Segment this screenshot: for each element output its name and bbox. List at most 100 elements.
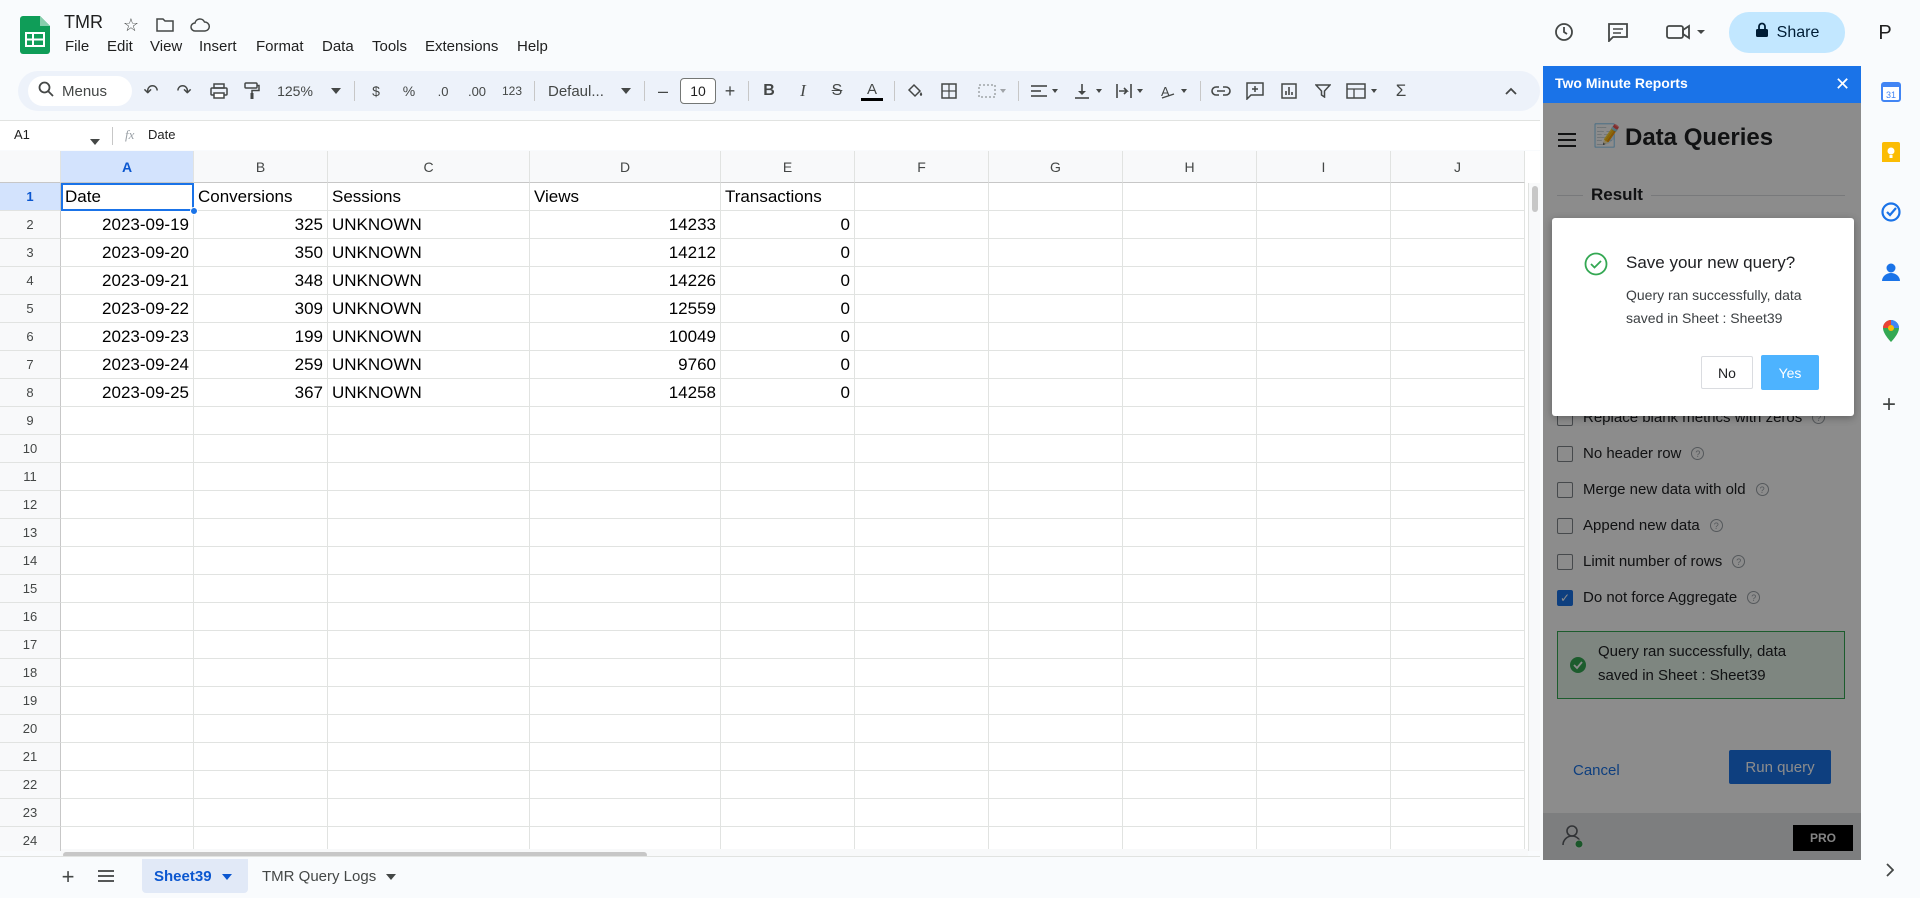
- table-cell[interactable]: [1123, 771, 1257, 799]
- header-cell[interactable]: Conversions: [194, 183, 328, 211]
- contacts-icon[interactable]: [1882, 262, 1900, 287]
- table-cell[interactable]: [1123, 575, 1257, 603]
- table-cell[interactable]: [989, 687, 1123, 715]
- table-cell[interactable]: [1257, 771, 1391, 799]
- table-cell[interactable]: [855, 463, 989, 491]
- comments-icon[interactable]: [1604, 18, 1632, 46]
- vertical-scrollbar[interactable]: [1528, 183, 1540, 851]
- table-cell[interactable]: [1123, 519, 1257, 547]
- table-cell[interactable]: [1123, 659, 1257, 687]
- decrease-font-size-button[interactable]: –: [655, 80, 671, 102]
- table-cell[interactable]: [721, 687, 855, 715]
- header-cell[interactable]: [855, 183, 989, 211]
- borders-icon[interactable]: [938, 80, 960, 102]
- table-cell[interactable]: [721, 771, 855, 799]
- table-cell[interactable]: [1257, 603, 1391, 631]
- table-cell[interactable]: [721, 603, 855, 631]
- column-header-d[interactable]: D: [530, 151, 721, 183]
- menu-help[interactable]: Help: [517, 38, 548, 55]
- table-cell[interactable]: [328, 631, 530, 659]
- functions-icon[interactable]: Σ: [1390, 80, 1412, 102]
- table-cell[interactable]: [1123, 463, 1257, 491]
- undo-icon[interactable]: ↶: [140, 80, 162, 102]
- sheets-logo-icon[interactable]: [20, 16, 50, 54]
- table-cell[interactable]: [1257, 211, 1391, 239]
- table-cell[interactable]: [989, 407, 1123, 435]
- table-cell[interactable]: [1123, 435, 1257, 463]
- table-cell[interactable]: [989, 323, 1123, 351]
- menus-search[interactable]: Menus: [28, 76, 132, 106]
- table-cell[interactable]: [1257, 323, 1391, 351]
- row-header-6[interactable]: 6: [0, 323, 61, 351]
- menu-file[interactable]: File: [65, 38, 89, 55]
- table-cell[interactable]: [194, 687, 328, 715]
- table-cell[interactable]: [1123, 743, 1257, 771]
- menu-view[interactable]: View: [150, 38, 182, 55]
- table-cell[interactable]: [989, 771, 1123, 799]
- table-cell[interactable]: 9760: [530, 351, 721, 379]
- row-header-22[interactable]: 22: [0, 771, 61, 799]
- table-cell[interactable]: 348: [194, 267, 328, 295]
- table-cell[interactable]: [328, 743, 530, 771]
- column-header-b[interactable]: B: [194, 151, 328, 183]
- table-cell[interactable]: [1391, 547, 1525, 575]
- table-cell[interactable]: [61, 547, 194, 575]
- dialog-yes-button[interactable]: Yes: [1761, 355, 1819, 390]
- table-cell[interactable]: [1391, 631, 1525, 659]
- table-cell[interactable]: [1257, 351, 1391, 379]
- collapse-toolbar-icon[interactable]: [1500, 80, 1522, 102]
- table-cell[interactable]: [721, 519, 855, 547]
- fill-handle[interactable]: [190, 207, 198, 215]
- table-cell[interactable]: 259: [194, 351, 328, 379]
- row-header-10[interactable]: 10: [0, 435, 61, 463]
- table-cell[interactable]: [855, 715, 989, 743]
- menu-edit[interactable]: Edit: [107, 38, 133, 55]
- text-wrapping-icon[interactable]: [1114, 80, 1148, 102]
- row-header-21[interactable]: 21: [0, 743, 61, 771]
- table-cell[interactable]: [855, 827, 989, 851]
- column-header-g[interactable]: G: [989, 151, 1123, 183]
- table-cell[interactable]: [1257, 827, 1391, 851]
- row-header-24[interactable]: 24: [0, 827, 61, 851]
- header-cell[interactable]: [1123, 183, 1257, 211]
- row-header-23[interactable]: 23: [0, 799, 61, 827]
- column-header-i[interactable]: I: [1257, 151, 1391, 183]
- table-cell[interactable]: [855, 659, 989, 687]
- table-cell[interactable]: 309: [194, 295, 328, 323]
- currency-format-button[interactable]: $: [366, 80, 386, 102]
- strikethrough-icon[interactable]: S: [826, 80, 848, 102]
- table-cell[interactable]: 0: [721, 351, 855, 379]
- table-cell[interactable]: [194, 827, 328, 851]
- table-cell[interactable]: [855, 239, 989, 267]
- table-cell[interactable]: [1123, 603, 1257, 631]
- menu-format[interactable]: Format: [256, 38, 304, 55]
- more-formats-button[interactable]: 123: [498, 80, 526, 102]
- table-cell[interactable]: [1123, 211, 1257, 239]
- table-cell[interactable]: [328, 435, 530, 463]
- table-cell[interactable]: [989, 547, 1123, 575]
- table-cell[interactable]: [989, 239, 1123, 267]
- table-cell[interactable]: [1391, 687, 1525, 715]
- table-cell[interactable]: 14258: [530, 379, 721, 407]
- table-cell[interactable]: UNKNOWN: [328, 351, 530, 379]
- table-cell[interactable]: [855, 575, 989, 603]
- table-cell[interactable]: [1123, 547, 1257, 575]
- table-cell[interactable]: [1391, 519, 1525, 547]
- table-cell[interactable]: [1257, 267, 1391, 295]
- move-folder-icon[interactable]: [154, 14, 176, 36]
- table-cell[interactable]: [989, 379, 1123, 407]
- table-cell[interactable]: [1391, 603, 1525, 631]
- row-header-12[interactable]: 12: [0, 491, 61, 519]
- table-cell[interactable]: [1257, 547, 1391, 575]
- font-dropdown-icon[interactable]: [618, 80, 634, 102]
- table-cell[interactable]: UNKNOWN: [328, 295, 530, 323]
- table-cell[interactable]: [61, 407, 194, 435]
- table-cell[interactable]: [1257, 491, 1391, 519]
- row-header-7[interactable]: 7: [0, 351, 61, 379]
- column-header-a[interactable]: A: [61, 151, 194, 183]
- table-cell[interactable]: 10049: [530, 323, 721, 351]
- table-cell[interactable]: [1257, 407, 1391, 435]
- table-cell[interactable]: [1391, 295, 1525, 323]
- table-cell[interactable]: [1123, 491, 1257, 519]
- table-cell[interactable]: [328, 519, 530, 547]
